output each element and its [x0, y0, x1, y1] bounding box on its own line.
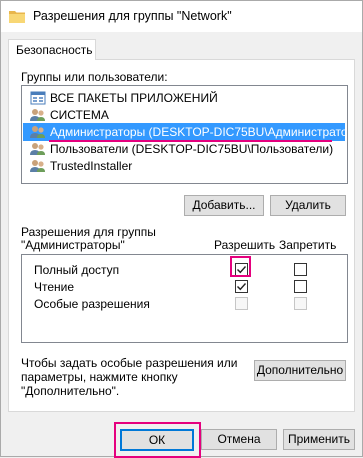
groups-list[interactable]: ВСЕ ПАКЕТЫ ПРИЛОЖЕНИЙ СИСТЕМА Администра… — [21, 85, 348, 184]
permission-row-read: Чтение — [22, 278, 345, 296]
permission-name: Чтение — [34, 280, 75, 294]
tab-security[interactable]: Безопасность — [8, 39, 96, 60]
list-item-label: TrustedInstaller — [50, 159, 133, 173]
allow-special-checkbox — [235, 297, 248, 310]
list-item[interactable]: СИСТЕМА — [23, 106, 345, 124]
permission-row-full-control: Полный доступ — [22, 261, 345, 279]
deny-column-header: Запретить — [279, 238, 337, 252]
title-bar: Разрешения для группы "Network" — [1, 1, 362, 32]
selection-annotation-underline — [49, 140, 332, 142]
list-item-label: Пользователи (DESKTOP-DIC75BU\Пользовате… — [50, 142, 334, 156]
list-item[interactable]: Пользователи (DESKTOP-DIC75BU\Пользовате… — [23, 140, 345, 158]
users-group-icon — [30, 126, 45, 138]
permissions-list: Полный доступ Чтение Особые разрешения — [21, 254, 348, 343]
checkmark-icon — [237, 283, 247, 291]
advanced-button[interactable]: Дополнительно — [254, 360, 346, 381]
apply-button[interactable]: Применить — [283, 429, 355, 450]
cancel-button[interactable]: Отмена — [201, 429, 277, 450]
add-button[interactable]: Добавить... — [184, 195, 264, 216]
advanced-hint-line3: "Дополнительно". — [21, 384, 120, 398]
permission-row-special: Особые разрешения — [22, 295, 345, 313]
tab-security-label: Безопасность — [16, 43, 93, 57]
permissions-dialog: Разрешения для группы "Network" Безопасн… — [0, 0, 363, 458]
allow-read-checkbox[interactable] — [235, 280, 248, 293]
permission-name: Особые разрешения — [34, 297, 150, 311]
users-group-icon — [30, 160, 45, 172]
permissions-title-line1: Разрешения для группы — [21, 225, 156, 239]
advanced-hint-line2: параметры, нажмите кнопку — [21, 370, 178, 384]
list-item-label: ВСЕ ПАКЕТЫ ПРИЛОЖЕНИЙ — [50, 91, 218, 105]
remove-button[interactable]: Удалить — [270, 195, 346, 216]
permission-name: Полный доступ — [34, 263, 120, 277]
deny-special-checkbox — [294, 297, 307, 310]
deny-full-control-checkbox[interactable] — [294, 263, 307, 276]
groups-label: Группы или пользователи: — [21, 70, 168, 84]
permissions-title-line2: "Администраторы" — [21, 238, 125, 252]
allow-column-header: Разрешить — [214, 238, 276, 252]
advanced-hint-line1: Чтобы задать особые разрешения или — [21, 356, 238, 370]
users-group-icon — [30, 143, 45, 155]
list-item-label: Администраторы (DESKTOP-DIC75BU\Админист… — [50, 125, 348, 139]
folder-icon — [9, 11, 25, 23]
users-group-icon — [30, 109, 45, 121]
app-packages-icon — [30, 91, 46, 105]
window-title: Разрешения для группы "Network" — [33, 9, 232, 23]
deny-read-checkbox[interactable] — [294, 280, 307, 293]
list-item[interactable]: TrustedInstaller — [23, 157, 345, 175]
list-item-selected[interactable]: Администраторы (DESKTOP-DIC75BU\Админист… — [23, 123, 348, 141]
ok-button[interactable]: ОК — [120, 429, 194, 451]
list-item-label: СИСТЕМА — [50, 108, 109, 122]
allow-full-control-checkbox[interactable] — [235, 263, 248, 276]
checkmark-icon — [237, 266, 247, 274]
list-item[interactable]: ВСЕ ПАКЕТЫ ПРИЛОЖЕНИЙ — [23, 89, 345, 107]
